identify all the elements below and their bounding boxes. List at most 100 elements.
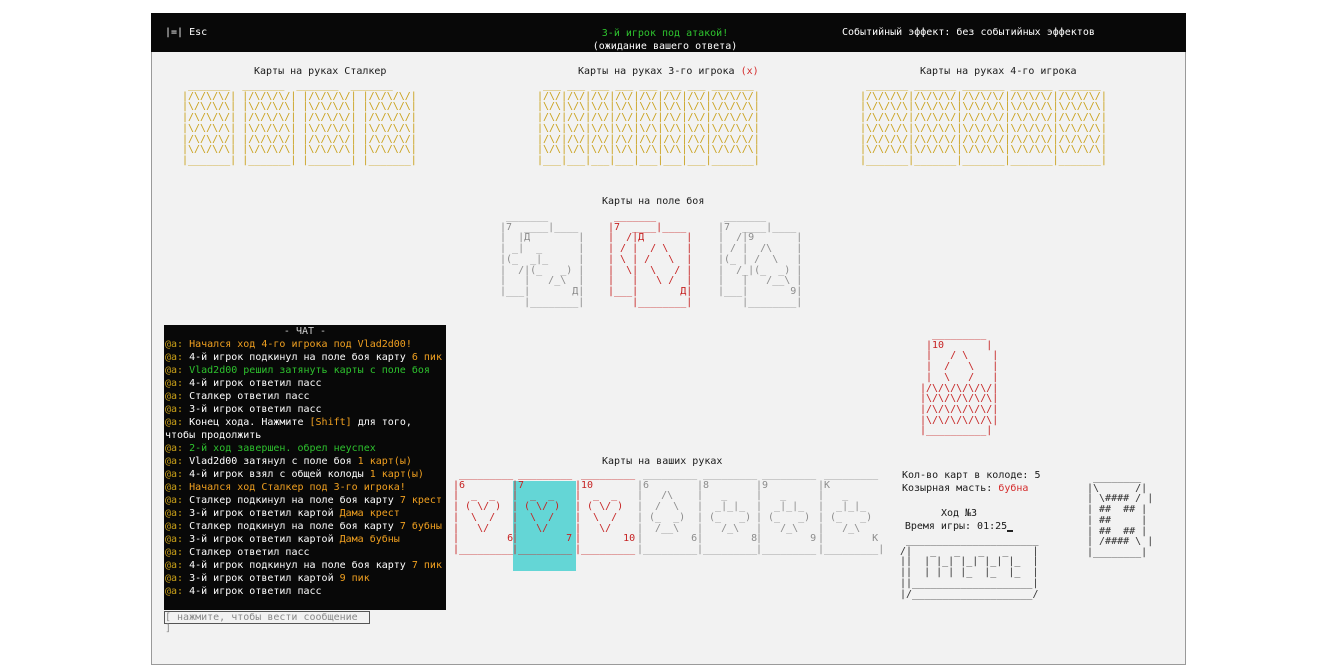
battlefield-label: Карты на поле боя xyxy=(602,196,705,207)
chat-text: Начался ход Сталкер под 3-го игрока! xyxy=(189,482,406,493)
chat-message: @a: 2-й ход завершен. обрел неуспех xyxy=(164,442,446,455)
game-time: Время игры: 01:25 xyxy=(902,520,1016,533)
chat-message: @a: 4-й игрок взял с общей колоды 1 карт… xyxy=(164,468,446,481)
chat-highlight: 9 пик xyxy=(339,573,370,584)
chat-text: 3-й игрок ответил пасс xyxy=(189,404,322,415)
hand-card-10-hearts[interactable]: _________ |10 | _ _ | ( \/ ) | \ / | \/ … xyxy=(575,469,635,556)
chat-highlight: 7 пик xyxy=(411,560,442,571)
chat-message: @a: 3-й игрок ответил картой Дама крест xyxy=(164,507,446,520)
chat-sender: @a: xyxy=(165,560,190,571)
chat-highlight: [Shift] xyxy=(309,417,352,428)
hand-card-6-hearts[interactable]: _________ |6 | _ _ | ( \/ ) | \ / | \/ |… xyxy=(453,469,513,556)
turn-number: Ход №3 xyxy=(940,508,978,519)
chat-sender: @a: xyxy=(165,352,190,363)
status-line-1: 3-й игрок под атакой! xyxy=(601,28,729,39)
chat-text: 3-й игрок ответил картой xyxy=(189,573,340,584)
chat-highlight: 1 карт(ы) xyxy=(357,456,412,467)
deck-info: Кол-во карт в колоде: 5 Козырная масть: … xyxy=(902,469,1040,495)
chat-text: 2-й ход завершен. обрел неуспех xyxy=(189,443,376,454)
chat-highlight: 1 карт(ы) xyxy=(369,469,424,480)
chat-text: 4-й игрок взял с общей колоды xyxy=(189,469,370,480)
chat-message: @a: 4-й игрок ответил пасс xyxy=(164,585,446,598)
chat-message: @a: Сталкер ответил пасс xyxy=(164,546,446,559)
attack-status: 3-й игрок под атакой! (ожидание вашего о… xyxy=(515,27,815,53)
player3-card-backs: ___ ___ ___ ___ ___ ___ ___ _______ |/\/… xyxy=(537,80,760,166)
chat-message: @a: Vlad2d00 решил затянуть карты с поле… xyxy=(164,364,446,377)
chat-sender: @a: xyxy=(165,378,190,389)
chat-text: 4-й игрок подкинул на поле боя карту xyxy=(189,352,412,363)
deck-count: Кол-во карт в колоде: 5 xyxy=(902,470,1041,481)
deck-card[interactable]: ________ |\ /| | \#### / | | ## ## | | #… xyxy=(1087,472,1153,559)
event-effect: Событийный эффект: без событийных эффект… xyxy=(842,27,1095,38)
chat-sender: @a: xyxy=(165,521,190,532)
chat-text: Начался ход 4-го игрока под Vlad2d00! xyxy=(189,339,412,350)
chat-message: @a: Начался ход 4-го игрока под Vlad2d00… xyxy=(164,338,446,351)
hand-card-k-spades[interactable]: _________ |K | _ | _|_|_ | (_ _) | /_\ |… xyxy=(818,469,884,556)
hand-card-7-hearts[interactable]: _________ |7 | _ _ | ( \/ ) | \ / | \/ |… xyxy=(512,469,572,556)
chat-sender: @a: xyxy=(165,534,190,545)
chat-message: @a: Сталкер подкинул на поле боя карту 7… xyxy=(164,494,446,507)
battlefield-card-pair-2[interactable]: _______ |7 ____|____ | /|Д | | / | / \ |… xyxy=(602,211,692,308)
chat-message: @a: Vlad2d00 затянул с поле боя 1 карт(ы… xyxy=(164,455,446,468)
chat-sender: @a: xyxy=(165,391,190,402)
chat-message: @a: 3-й игрок ответил пасс xyxy=(164,403,446,416)
chat-text: 3-й игрок ответил картой xyxy=(189,508,340,519)
chat-highlight: 7 крест xyxy=(399,495,442,506)
chat-text: 4-й игрок подкинул на поле боя карту xyxy=(189,560,412,571)
hand-card-6-spades[interactable]: _________ |6 | /\ | / \ | (_ _) | /__\ |… xyxy=(637,469,697,556)
chat-sender: @a: xyxy=(165,339,190,350)
esc-button[interactable]: |=| Esc xyxy=(165,27,207,38)
chat-text: Сталкер подкинул на поле боя карту xyxy=(189,521,400,532)
chat-highlight: Дама бубны xyxy=(339,534,400,545)
chat-log: @a: Начался ход 4-го игрока под Vlad2d00… xyxy=(164,338,446,598)
trump-suit-value: бубна xyxy=(998,483,1029,494)
player4-card-backs: _______ _______ _______ _______ _______ … xyxy=(860,80,1107,166)
hand-card-8-clubs[interactable]: _________ |8 | _ | _|_|_ | (_ _) | /_\ |… xyxy=(697,469,757,556)
status-line-2: (ожидание вашего ответа) xyxy=(592,41,738,52)
player3-target-mark: (x) xyxy=(740,66,759,77)
chat-sender: @a: xyxy=(165,443,190,454)
chat-input[interactable]: [ нажмите, чтобы вести сообщение ] xyxy=(164,611,370,634)
chat-message: @a: 3-й игрок ответил картой 9 пик xyxy=(164,572,446,585)
chat-sender: @a: xyxy=(165,456,190,467)
chat-text: Vlad2d00 решил затянуть карты с поле боя xyxy=(189,365,430,376)
chat-sender: @a: xyxy=(165,404,190,415)
chat-message: @a: 4-й игрок подкинул на поле боя карту… xyxy=(164,351,446,364)
chat-message: @a: 3-й игрок ответил картой Дама бубны xyxy=(164,533,446,546)
chat-sender: @a: xyxy=(165,573,190,584)
battlefield-card-pair-1[interactable]: _______ |7 ____|____ | |Д | | _| _ | |(_… xyxy=(494,211,584,308)
chat-message: @a: 4-й игрок подкинул на поле боя карту… xyxy=(164,559,446,572)
trump-suit: Козырная масть: бубна xyxy=(902,483,1029,494)
chat-sender: @a: xyxy=(165,586,190,597)
chat-title: - ЧАТ - xyxy=(283,326,327,337)
battlefield-card-pair-3[interactable]: _______ |7 ____|____ | /|9 | | / | /\ | … xyxy=(712,211,802,308)
text-cursor xyxy=(1007,530,1014,532)
trump-card: _________ |10 | | / \ | | / \ | | \ / | … xyxy=(920,329,999,437)
player3-hand-label: Карты на руках 3-го игрока (x) xyxy=(578,66,759,77)
chat-sender: @a: xyxy=(165,469,190,480)
chat-panel: - ЧАТ - @a: Начался ход 4-го игрока под … xyxy=(164,325,446,610)
stalker-card-backs: _______ _______ _______ _______ |/\/\/\/… xyxy=(182,80,417,166)
chat-message: @a: Сталкер ответил пасс xyxy=(164,390,446,403)
stalker-hand-label: Карты на руках Сталкер xyxy=(254,66,387,77)
chat-message: @a: 4-й игрок ответил пасс xyxy=(164,377,446,390)
chat-sender: @a: xyxy=(165,365,190,376)
chat-sender: @a: xyxy=(165,495,190,506)
chat-message: @a: Начался ход Сталкер под 3-го игрока! xyxy=(164,481,446,494)
chat-sender: @a: xyxy=(165,547,190,558)
chat-text: 4-й игрок ответил пасс xyxy=(189,378,322,389)
your-hand-label: Карты на ваших руках xyxy=(602,456,723,467)
chat-highlight: 7 бубны xyxy=(399,521,442,532)
chat-highlight: 6 пик xyxy=(411,352,442,363)
chat-sender: @a: xyxy=(165,508,190,519)
chat-highlight: Дама крест xyxy=(339,508,400,519)
chat-text: 3-й игрок ответил картой xyxy=(189,534,340,545)
chat-sender: @a: xyxy=(165,417,190,428)
hand-card-9-clubs[interactable]: _________ |9 | _ | _|_|_ | (_ _) | /_\ |… xyxy=(756,469,816,556)
top-bar: |=| Esc 3-й игрок под атакой! (ожидание … xyxy=(151,13,1186,52)
chat-message: @a: Сталкер подкинул на поле боя карту 7… xyxy=(164,520,446,533)
chat-text: Vlad2d00 затянул с поле боя xyxy=(189,456,358,467)
chat-message: @a: Конец хода. Нажмите [Shift] для того… xyxy=(164,416,446,442)
chat-sender: @a: xyxy=(165,482,190,493)
pass-button[interactable]: ______________________ /| _ _ _ _ | || |… xyxy=(900,535,1038,600)
